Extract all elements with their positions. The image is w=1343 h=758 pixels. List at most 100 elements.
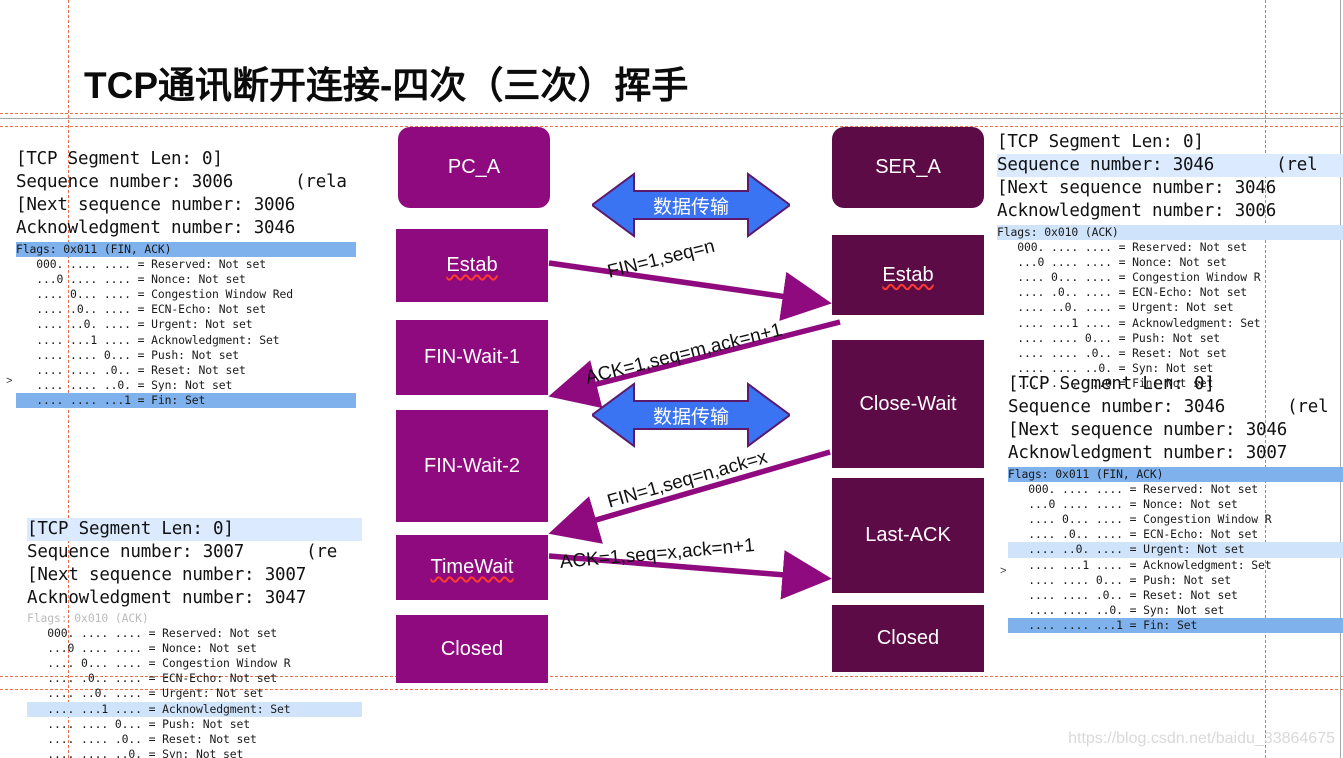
- packet-line: Acknowledgment number: 3047: [27, 588, 307, 608]
- state-box-label: FIN-Wait-2: [424, 454, 520, 477]
- message-label-ack-1-text: ACK=1,seq=m,ack=n+1: [583, 319, 785, 389]
- packet-bit-line: .... .... ..0. = Syn: Not set: [1008, 602, 1225, 617]
- packet-line: Acknowledgment number: 3006: [997, 201, 1277, 221]
- packet-bit-line: .... ..0. .... = Urgent: Not set: [27, 686, 264, 701]
- packet-bit-line: ...0 .... .... = Nonce: Not set: [27, 641, 257, 656]
- guide-horizontal-top2: [0, 126, 1343, 127]
- packet-line: [TCP Segment Len: 0]: [1008, 374, 1215, 394]
- packet-flags-line: Flags: 0x010 (ACK): [997, 225, 1343, 241]
- state-box-last-ack[interactable]: Last-ACK: [832, 478, 984, 593]
- packet-bit-line: 000. .... .... = Reserved: Not set: [27, 626, 278, 641]
- packet-bit-line-fin: .... .... ...1 = Fin: Set: [16, 392, 356, 409]
- packet-line: Sequence number: 3007 (re: [27, 542, 338, 562]
- divider-top: [0, 118, 1343, 119]
- packet-detail-top-right: [TCP Segment Len: 0] Sequence number: 30…: [997, 131, 1343, 391]
- packet-bit-line: ...0 .... .... = Nonce: Not set: [1008, 497, 1238, 512]
- packet-detail-bottom-left: [TCP Segment Len: 0] Sequence number: 30…: [27, 518, 362, 758]
- packet-bit-line: 000. .... .... = Reserved: Not set: [997, 240, 1248, 255]
- packet-bit-line: .... ...1 .... = Acknowledgment: Set: [1008, 557, 1272, 572]
- tree-expander-icon[interactable]: >: [6, 375, 12, 387]
- packet-bit-line: .... ..0. .... = Urgent: Not set: [997, 300, 1234, 315]
- slide-canvas: TCP通讯断开连接-四次（三次）挥手 [TCP Segment Len: 0] …: [0, 0, 1343, 758]
- state-box-close-wait[interactable]: Close-Wait: [832, 340, 984, 468]
- packet-bit-line: .... .0.. .... = ECN-Echo: Not set: [16, 302, 267, 317]
- packet-bit-line: .... .... 0... = Push: Not set: [27, 716, 251, 731]
- packet-bit-line: .... 0... .... = Congestion Window R: [27, 656, 291, 671]
- packet-bit-line: .... ...1 .... = Acknowledgment: Set: [27, 701, 362, 717]
- state-box-closed-server[interactable]: Closed: [832, 605, 984, 672]
- state-box-fin-wait-1[interactable]: FIN-Wait-1: [396, 320, 548, 395]
- packet-bit-line: .... .... ..0. = Syn: Not set: [16, 377, 233, 392]
- peer-box-label: PC_A: [447, 156, 501, 178]
- peer-box-pc-a[interactable]: PC_A: [398, 127, 550, 208]
- message-label-ack-2: ACK=1,seq=x,ack=n+1: [559, 535, 756, 573]
- guide-horizontal-top: [0, 113, 1343, 114]
- packet-bit-line: .... 0... .... = Congestion Window R: [997, 270, 1261, 285]
- packet-line: [TCP Segment Len: 0]: [16, 149, 223, 169]
- packet-line: Acknowledgment number: 3007: [1008, 443, 1288, 463]
- tree-expander-icon[interactable]: >: [1000, 565, 1006, 577]
- state-box-label: Close-Wait: [859, 392, 957, 415]
- packet-bit-line: .... ...1 .... = Acknowledgment: Set: [997, 315, 1261, 330]
- page-title: TCP通讯断开连接-四次（三次）挥手: [84, 65, 689, 106]
- packet-bit-line: .... .0.. .... = ECN-Echo: Not set: [1008, 527, 1259, 542]
- packet-bit-line: .... .0.. .... = ECN-Echo: Not set: [997, 285, 1248, 300]
- packet-bit-line: .... .... .0.. = Reset: Not set: [27, 731, 257, 746]
- packet-bit-line: .... .0.. .... = ECN-Echo: Not set: [27, 671, 278, 686]
- state-box-estab-client[interactable]: Estab: [396, 229, 548, 302]
- state-box-closed-client[interactable]: Closed: [396, 615, 548, 683]
- packet-bit-line: .... .... ..0. = Syn: Not set: [27, 746, 244, 758]
- packet-line: [Next sequence number: 3007: [27, 565, 307, 585]
- packet-line: [Next sequence number: 3046: [997, 178, 1277, 198]
- state-box-label: Last-ACK: [865, 524, 951, 546]
- message-arrow-fin-2: [548, 449, 831, 544]
- packet-bit-line: .... .... 0... = Push: Not set: [1008, 572, 1232, 587]
- packet-bit-line: 000. .... .... = Reserved: Not set: [16, 257, 267, 272]
- double-arrow-icon: [590, 382, 792, 448]
- data-transfer-arrow-2: 数据传输: [590, 380, 792, 450]
- packet-bit-line: .... ..0. .... = Urgent: Not set: [16, 317, 253, 332]
- packet-flags-line: Flags: 0x011 (FIN, ACK): [1008, 467, 1343, 483]
- message-arrow-fin-1: [548, 260, 832, 321]
- packet-bit-line: .... 0... .... = Congestion Window Red: [16, 287, 294, 302]
- state-box-estab-server[interactable]: Estab: [832, 235, 984, 315]
- peer-box-ser-a[interactable]: SER_A: [832, 127, 984, 208]
- packet-bit-line-fin: .... .... ...1 = Fin: Set: [1008, 617, 1343, 634]
- packet-line: [Next sequence number: 3046: [1008, 420, 1288, 440]
- double-arrow-icon: [590, 172, 792, 238]
- packet-bit-line: .... 0... .... = Congestion Window R: [1008, 512, 1272, 527]
- packet-bit-line: .... .... .0.. = Reset: Not set: [997, 345, 1227, 360]
- packet-bit-line: .... .... 0... = Push: Not set: [16, 347, 240, 362]
- state-box-fin-wait-2[interactable]: FIN-Wait-2: [396, 410, 548, 522]
- packet-flags-line: Flags: 0x011 (FIN, ACK): [16, 242, 356, 258]
- packet-bit-line: .... .... .0.. = Reset: Not set: [1008, 587, 1238, 602]
- packet-detail-top-left: [TCP Segment Len: 0] Sequence number: 30…: [16, 148, 356, 409]
- packet-line: Sequence number: 3006 (rela: [16, 172, 347, 192]
- state-box-timewait[interactable]: TimeWait: [396, 535, 548, 600]
- message-label-fin-1: FIN=1,seq=n: [605, 235, 718, 283]
- state-box-label: Estab: [882, 263, 934, 286]
- state-box-label: Closed: [440, 637, 504, 660]
- packet-line: [TCP Segment Len: 0]: [997, 132, 1204, 152]
- state-box-label: FIN-Wait-1: [424, 346, 520, 368]
- packet-bit-line: ...0 .... .... = Nonce: Not set: [16, 272, 246, 287]
- packet-bit-line: .... .... 0... = Push: Not set: [997, 330, 1221, 345]
- message-label-fin-2: FIN=1,seq=n,ack=x: [604, 446, 770, 513]
- state-box-label: Closed: [876, 627, 940, 649]
- watermark: https://blog.csdn.net/baidu_33864675: [1068, 730, 1335, 747]
- packet-bit-line: .... ..0. .... = Urgent: Not set: [1008, 542, 1343, 558]
- packet-line: Acknowledgment number: 3046: [16, 218, 296, 238]
- packet-bit-line: ...0 .... .... = Nonce: Not set: [997, 255, 1227, 270]
- peer-box-label: SER_A: [875, 156, 941, 178]
- packet-detail-bottom-right: [TCP Segment Len: 0] Sequence number: 30…: [1008, 373, 1343, 634]
- data-transfer-arrow-1: 数据传输: [590, 170, 792, 240]
- packet-bit-line: 000. .... .... = Reserved: Not set: [1008, 482, 1259, 497]
- state-box-label: TimeWait: [430, 556, 514, 578]
- packet-line: [Next sequence number: 3006: [16, 195, 296, 215]
- packet-bit-line: .... ...1 .... = Acknowledgment: Set: [16, 332, 280, 347]
- packet-line: Sequence number: 3046 (rel: [1008, 397, 1329, 417]
- state-box-label: Estab: [446, 254, 498, 276]
- packet-line: Sequence number: 3046 (rel: [997, 154, 1343, 177]
- packet-bit-line: .... .... .0.. = Reset: Not set: [16, 362, 246, 377]
- packet-line: [TCP Segment Len: 0]: [27, 518, 362, 541]
